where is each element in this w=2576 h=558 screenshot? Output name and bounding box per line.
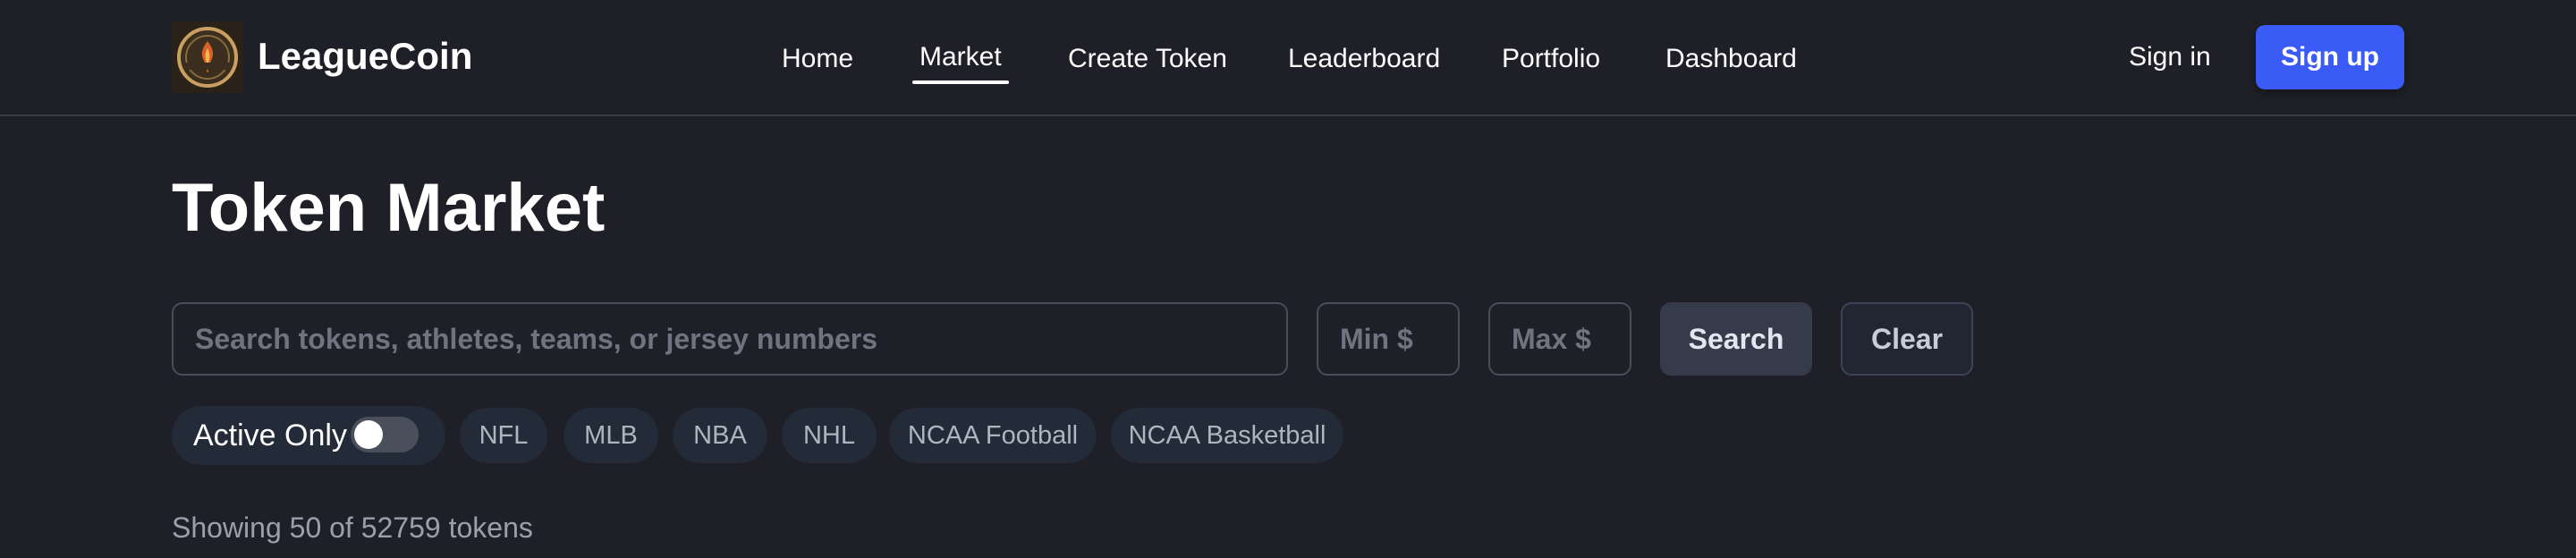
top-navbar: LeagueCoin Home Market Create Token Lead… bbox=[0, 0, 2576, 116]
nav-market[interactable]: Market bbox=[912, 39, 1009, 84]
sign-in-link[interactable]: Sign in bbox=[2129, 39, 2211, 75]
active-only-filter: Active Only bbox=[172, 406, 445, 465]
filter-chip-ncaa-basketball[interactable]: NCAA Basketball bbox=[1111, 408, 1343, 463]
min-price-input[interactable] bbox=[1317, 302, 1460, 376]
active-only-label: Active Only bbox=[193, 418, 347, 452]
filter-chip-ncaa-football[interactable]: NCAA Football bbox=[889, 408, 1097, 463]
brand-name[interactable]: LeagueCoin bbox=[258, 32, 472, 80]
nav-portfolio[interactable]: Portfolio bbox=[1502, 41, 1600, 77]
nav-leaderboard[interactable]: Leaderboard bbox=[1288, 41, 1440, 77]
search-button[interactable]: Search bbox=[1660, 302, 1812, 376]
page-title: Token Market bbox=[172, 170, 606, 246]
filter-chip-nba[interactable]: NBA bbox=[673, 408, 767, 463]
filter-chip-nfl[interactable]: NFL bbox=[460, 408, 547, 463]
coin-emblem-icon[interactable] bbox=[172, 21, 243, 93]
sign-up-button[interactable]: Sign up bbox=[2256, 25, 2404, 89]
filter-chip-mlb[interactable]: MLB bbox=[564, 408, 658, 463]
nav-home[interactable]: Home bbox=[782, 41, 853, 77]
clear-button[interactable]: Clear bbox=[1841, 302, 1973, 376]
search-input[interactable] bbox=[172, 302, 1288, 376]
results-count: Showing 50 of 52759 tokens bbox=[172, 512, 533, 544]
nav-create-token[interactable]: Create Token bbox=[1068, 41, 1227, 77]
toggle-knob bbox=[354, 420, 383, 449]
filter-chip-nhl[interactable]: NHL bbox=[782, 408, 877, 463]
nav-dashboard[interactable]: Dashboard bbox=[1665, 41, 1797, 77]
active-only-toggle[interactable] bbox=[351, 417, 419, 452]
max-price-input[interactable] bbox=[1488, 302, 1631, 376]
